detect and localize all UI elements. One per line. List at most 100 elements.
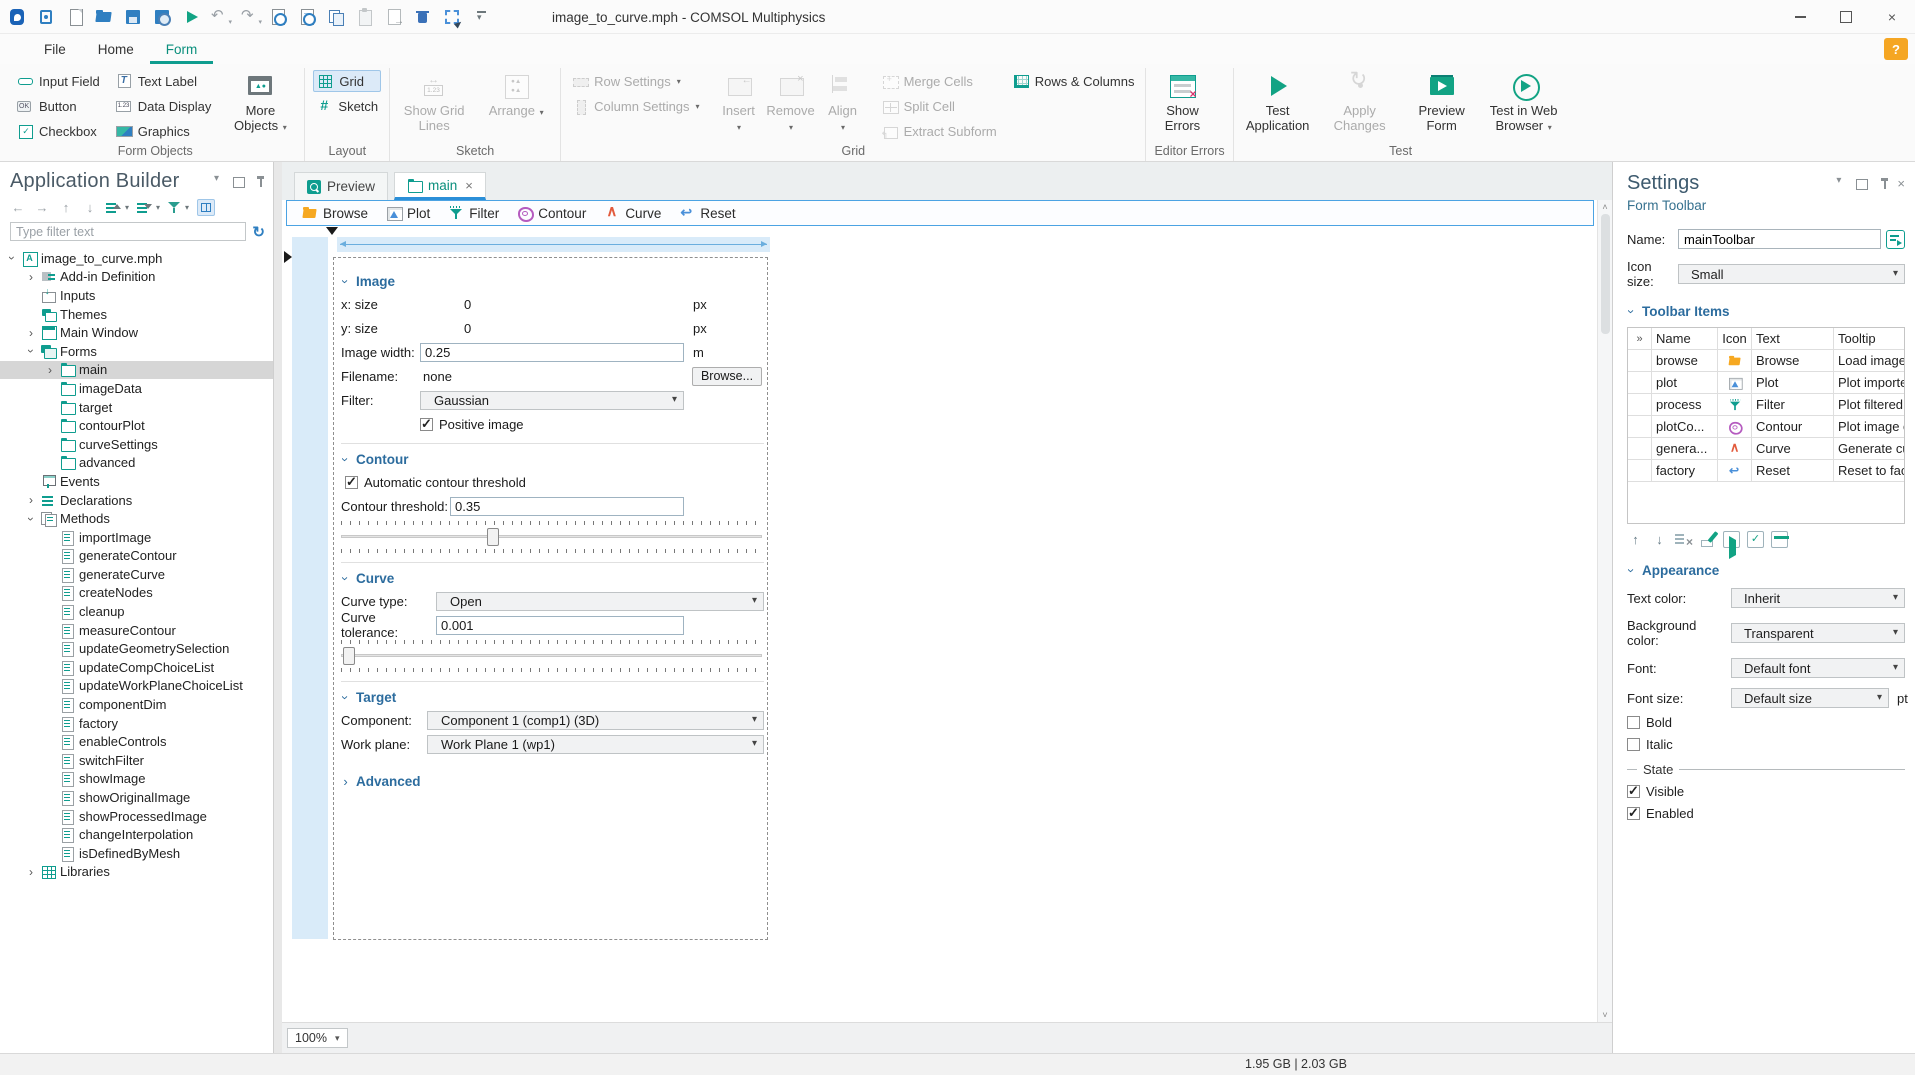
close-panel-icon[interactable]: × <box>1897 176 1905 191</box>
expand-arrow-icon[interactable] <box>25 866 37 878</box>
ribbon-button[interactable]: Checkbox <box>14 120 103 142</box>
preview-file-icon[interactable] <box>269 8 287 26</box>
tree-item[interactable]: target <box>0 398 273 417</box>
column-header[interactable]: Name <box>1652 328 1718 349</box>
table-row[interactable]: plot Plot Plot importe... <box>1628 372 1904 394</box>
open-file-icon[interactable] <box>95 8 113 26</box>
tree-item[interactable]: Forms <box>0 342 273 361</box>
expand-arrow-icon[interactable] <box>6 252 18 264</box>
save-icon[interactable] <box>124 8 142 26</box>
ribbon-button[interactable]: Button <box>14 95 103 117</box>
curve-type-select[interactable]: Open <box>436 591 764 611</box>
section-toolbar-items[interactable]: › Toolbar Items <box>1624 304 1905 319</box>
ribbon-button[interactable]: Data Display <box>113 95 215 117</box>
scroll-down-icon[interactable]: ˅ <box>1602 1010 1607 1020</box>
select-region-icon[interactable] <box>443 8 461 26</box>
tree-item[interactable]: showImage <box>0 770 273 789</box>
tree-item[interactable]: measureContour <box>0 621 273 640</box>
pin-icon[interactable] <box>1876 177 1889 190</box>
scroll-up-icon[interactable]: ˄ <box>1602 202 1607 212</box>
close-tab-icon[interactable]: × <box>465 178 473 193</box>
tree-item[interactable]: contourPlot <box>0 416 273 435</box>
tab-main[interactable]: main × <box>394 172 486 200</box>
contour-threshold-input[interactable] <box>450 496 684 516</box>
column-header[interactable]: Tooltip <box>1834 328 1904 349</box>
expand-arrow-icon[interactable] <box>25 494 37 506</box>
panel-menu-icon[interactable] <box>1834 175 1847 190</box>
form-canvas[interactable]: Browse Plot Filter Contour ∧ Curve ↩ Res… <box>282 200 1612 1053</box>
run-icon[interactable] <box>182 8 200 26</box>
form-toolbar-button[interactable]: Browse <box>293 201 377 225</box>
section-contour[interactable]: › Contour <box>338 448 764 470</box>
slider-thumb[interactable] <box>487 528 500 546</box>
redo-icon[interactable] <box>240 6 262 26</box>
float-window-icon[interactable] <box>1855 177 1869 190</box>
row-marker-icon[interactable] <box>284 251 292 263</box>
ribbon-button[interactable]: Split Cell <box>879 95 1000 117</box>
forward-file-icon[interactable] <box>385 8 404 27</box>
ribbon-button[interactable]: Show Errors <box>1154 70 1210 133</box>
delete-icon[interactable] <box>414 8 432 26</box>
italic-checkbox[interactable] <box>1627 738 1640 751</box>
curve-tolerance-input[interactable] <box>436 615 684 635</box>
tree-item[interactable]: componentDim <box>0 695 273 714</box>
expand-all-icon[interactable] <box>106 201 121 214</box>
toolbar-options-icon[interactable] <box>472 8 490 26</box>
tree-item[interactable]: createNodes <box>0 584 273 603</box>
tree-item[interactable]: Events <box>0 472 273 491</box>
column-marker-icon[interactable] <box>326 227 338 235</box>
filter-select[interactable]: Gaussian <box>420 390 684 410</box>
new-file-icon[interactable] <box>66 8 84 26</box>
tree-item[interactable]: Themes <box>0 305 273 324</box>
save-search-icon[interactable] <box>153 8 171 26</box>
ribbon-button[interactable]: Graphics <box>113 120 215 142</box>
move-up-icon[interactable]: ↑ <box>1627 531 1644 548</box>
form-toolbar-button[interactable]: Plot <box>377 201 439 225</box>
search-file-icon[interactable] <box>298 8 316 26</box>
positive-image-checkbox[interactable] <box>420 416 433 432</box>
show-columns-icon[interactable]: » <box>1628 328 1652 349</box>
ribbon-button[interactable]: Arrange ▾ <box>480 70 552 120</box>
work-plane-select[interactable]: Work Plane 1 (wp1) <box>427 734 764 754</box>
image-width-input[interactable] <box>420 342 684 362</box>
add-button-item-icon[interactable] <box>1723 531 1740 559</box>
move-down-icon[interactable]: ↓ <box>82 200 98 215</box>
ribbon-button[interactable]: Show Grid Lines ▾ <box>398 70 470 133</box>
table-row[interactable]: plotCo... Contour Plot image c... <box>1628 416 1904 438</box>
panel-menu-icon[interactable] <box>212 173 225 188</box>
tree-item[interactable]: cleanup <box>0 602 273 621</box>
tree-item[interactable]: advanced <box>0 454 273 473</box>
ribbon-button[interactable]: Row Settings ▾ <box>569 70 702 92</box>
undo-icon[interactable] <box>211 6 232 26</box>
ribbon-button[interactable]: Column Settings ▾ <box>569 95 702 117</box>
tree-item[interactable]: generateCurve <box>0 565 273 584</box>
table-row[interactable]: browse Browse Load image... <box>1628 350 1904 372</box>
ribbon-button[interactable]: Preview Form ▾ <box>1406 70 1478 133</box>
float-window-icon[interactable] <box>232 175 245 188</box>
icon-size-select[interactable]: Small <box>1678 264 1905 284</box>
auto-threshold-checkbox[interactable] <box>345 474 358 490</box>
form-toolbar-button[interactable]: Contour <box>508 201 595 225</box>
tree-item[interactable]: main <box>0 360 273 380</box>
help-button[interactable]: ? <box>1884 38 1908 60</box>
ribbon-button[interactable]: Remove▾ <box>765 70 817 135</box>
section-advanced[interactable]: › Advanced <box>341 770 764 792</box>
filter-input[interactable] <box>10 222 247 241</box>
vertical-scrollbar[interactable]: ˄ ˅ <box>1597 200 1612 1022</box>
form-toolbar-button[interactable]: Curve <box>595 201 670 225</box>
app-window-icon[interactable] <box>37 8 55 26</box>
form-grid-cell[interactable]: › Image x: size 0 px y: size 0 px Image width… <box>333 257 768 940</box>
tree-item[interactable]: Libraries <box>0 863 273 882</box>
name-input[interactable] <box>1678 229 1881 249</box>
font-size-select[interactable]: Default size <box>1731 688 1889 708</box>
table-row[interactable]: genera... Curve Generate cur... <box>1628 438 1904 460</box>
edit-item-icon[interactable] <box>1699 531 1716 548</box>
minimize-button[interactable] <box>1777 0 1823 34</box>
tree-item[interactable]: importImage <box>0 528 273 547</box>
collapse-all-icon[interactable] <box>137 201 153 214</box>
section-target[interactable]: › Target <box>338 686 764 708</box>
close-button[interactable]: × <box>1869 0 1915 34</box>
tree-item[interactable]: Declarations <box>0 491 273 510</box>
comsol-logo-icon[interactable] <box>8 8 26 26</box>
curve-tolerance-slider[interactable] <box>341 638 764 674</box>
